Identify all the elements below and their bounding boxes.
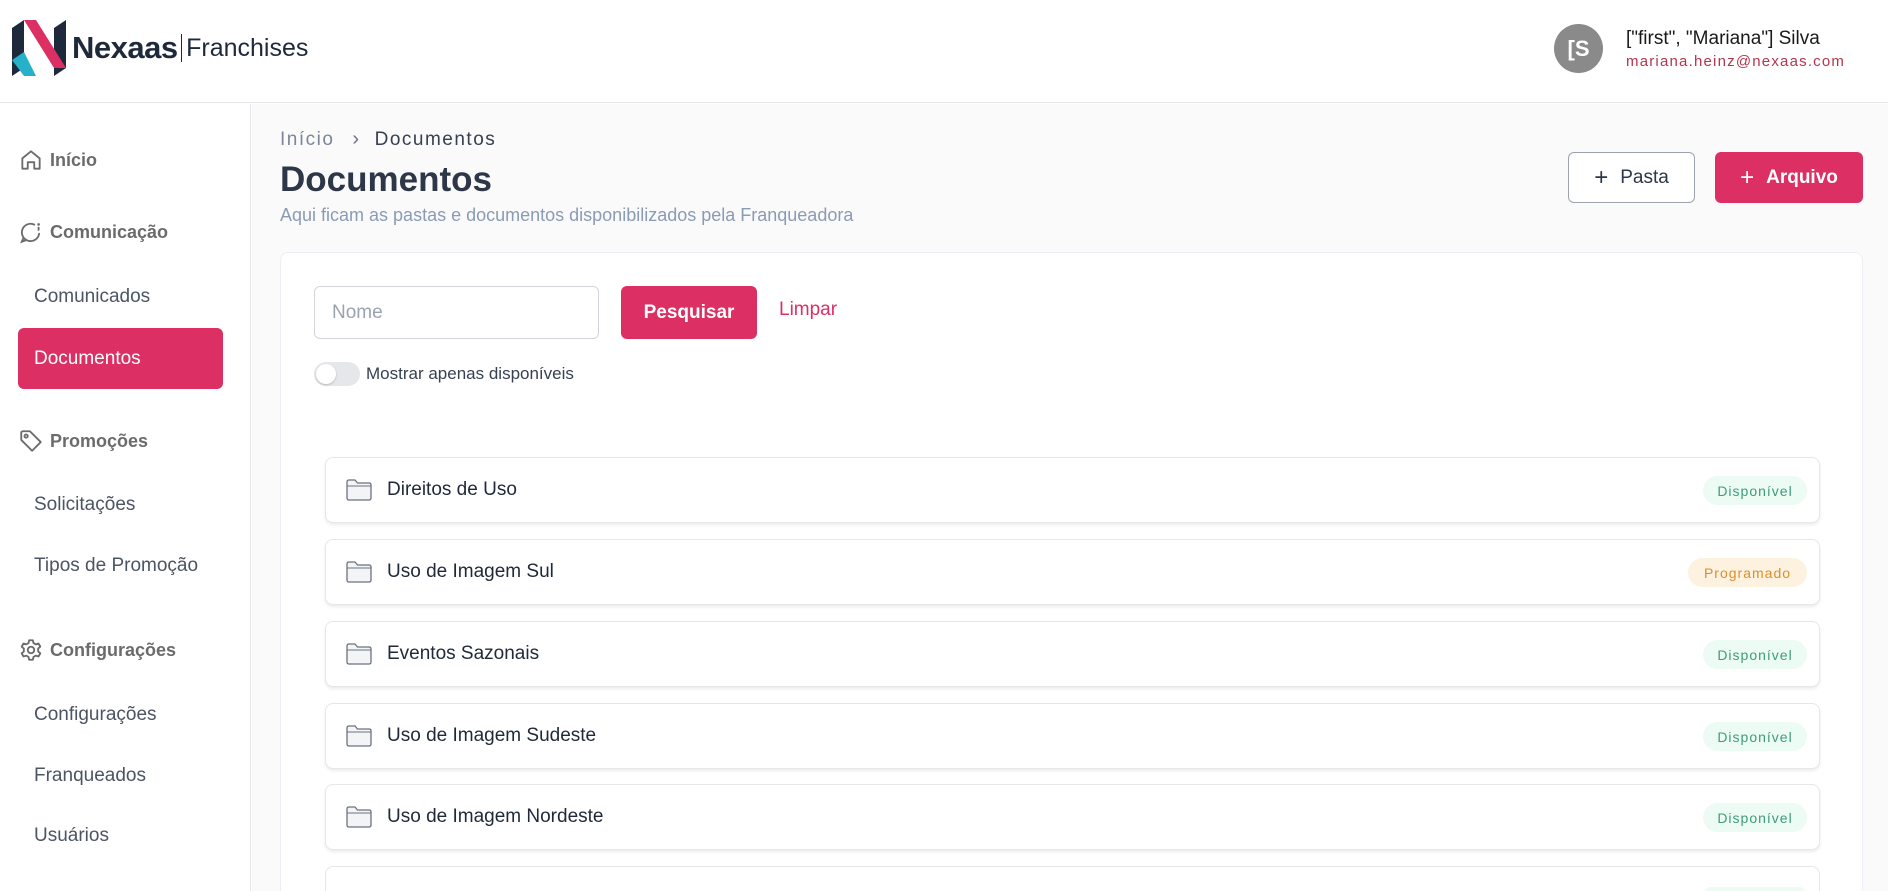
sidebar-item-comunicados[interactable]: Comunicados <box>34 286 150 308</box>
folder-name: Uso de Imagem Sudeste <box>387 725 597 746</box>
sidebar-item-label: Início <box>50 149 98 170</box>
folder-name: Uso de Imagem Nordeste <box>387 806 604 827</box>
folder-row[interactable]: Direitos de Uso Disponível <box>325 457 1820 523</box>
folder-icon <box>346 561 372 583</box>
folder-name: Uso de Imagem Sul <box>387 561 554 582</box>
logo-subtitle: Franchises <box>186 33 309 62</box>
sidebar-section-promocoes[interactable]: Promoções <box>18 428 148 454</box>
folder-name: Direitos de Uso <box>387 479 517 500</box>
chevron-right-icon: › <box>352 128 361 150</box>
sidebar-item-solicitacoes[interactable]: Solicitações <box>34 494 135 516</box>
logo-divider <box>180 34 183 62</box>
folder-name: Eventos Sazonais <box>387 643 540 664</box>
breadcrumb-home-link[interactable]: Início <box>280 129 334 151</box>
chat-icon <box>20 222 41 244</box>
sidebar-item-franqueados[interactable]: Franqueados <box>34 765 146 787</box>
folder-icon <box>346 643 372 665</box>
logo-name: Nexaas <box>72 30 178 65</box>
gear-icon <box>20 639 42 661</box>
status-badge: Disponível <box>1703 722 1807 751</box>
new-folder-button[interactable]: + Pasta <box>1568 152 1695 203</box>
new-file-button[interactable]: + Arquivo <box>1715 152 1863 203</box>
user-email: mariana.heinz@nexaas.com <box>1626 52 1846 70</box>
main-content: Início › Documentos Documentos Aqui fica… <box>252 104 1888 891</box>
sidebar-section-label: Configurações <box>50 639 177 660</box>
tag-icon <box>20 430 42 452</box>
sidebar-section-label: Promoções <box>50 430 149 451</box>
sidebar-item-tipos-promocao[interactable]: Tipos de Promoção <box>34 555 198 577</box>
user-menu[interactable]: [S ["first", "Mariana"] Silva mariana.he… <box>1554 24 1845 73</box>
user-info: ["first", "Mariana"] Silva mariana.heinz… <box>1626 27 1845 71</box>
toggle-knob <box>316 364 336 384</box>
name-search-input[interactable] <box>314 286 599 339</box>
sidebar-item-configuracoes[interactable]: Configurações <box>34 704 157 726</box>
sidebar-section-label: Comunicação <box>50 221 169 242</box>
folder-row-partial[interactable] <box>325 866 1820 891</box>
folder-row[interactable]: Eventos Sazonais Disponível <box>325 621 1820 687</box>
plus-icon: + <box>1740 163 1755 191</box>
sidebar: Início Comunicação Comunicados Documento… <box>0 104 251 891</box>
folder-row[interactable]: Uso de Imagem Sul Programado <box>325 539 1820 605</box>
available-only-label: Mostrar apenas disponíveis <box>366 364 574 383</box>
breadcrumb-current: Documentos <box>374 128 497 150</box>
home-icon <box>21 150 41 170</box>
folder-icon <box>346 806 372 828</box>
status-badge: Disponível <box>1703 803 1807 832</box>
folder-row[interactable]: Uso de Imagem Sudeste Disponível <box>325 703 1820 769</box>
avatar[interactable]: [S <box>1554 24 1603 73</box>
sidebar-section-comunicacao[interactable]: Comunicação <box>18 219 168 245</box>
status-badge: Disponível <box>1703 640 1807 669</box>
top-header: Nexaas Franchises [S ["first", "Mariana"… <box>0 0 1888 103</box>
clear-button[interactable]: Limpar <box>779 299 837 321</box>
status-badge-partial <box>1703 887 1807 891</box>
folder-icon <box>346 479 372 501</box>
sidebar-section-configuracoes[interactable]: Configurações <box>18 637 176 663</box>
available-only-toggle[interactable] <box>314 362 360 386</box>
app-logo[interactable]: Nexaas Franchises <box>12 20 308 76</box>
folder-row[interactable]: Uso de Imagem Nordeste Disponível <box>325 784 1820 850</box>
search-button[interactable]: Pesquisar <box>621 286 757 339</box>
user-name: ["first", "Mariana"] Silva <box>1626 27 1820 49</box>
breadcrumb: Início › Documentos <box>280 128 496 151</box>
folder-icon <box>346 725 372 747</box>
sidebar-item-usuarios[interactable]: Usuários <box>34 825 109 847</box>
status-badge: Programado <box>1688 558 1807 587</box>
new-file-label: Arquivo <box>1766 166 1838 188</box>
documents-card: Pesquisar Limpar Mostrar apenas disponív… <box>280 252 1863 891</box>
new-folder-label: Pasta <box>1620 166 1669 188</box>
page-title: Documentos <box>280 160 492 199</box>
sidebar-item-inicio[interactable]: Início <box>18 147 97 173</box>
nexaas-logo-mark <box>12 20 66 76</box>
plus-icon: + <box>1594 163 1609 191</box>
page-subtitle: Aqui ficam as pastas e documentos dispon… <box>280 205 854 225</box>
sidebar-item-documentos[interactable]: Documentos <box>18 328 223 389</box>
status-badge: Disponível <box>1703 476 1807 505</box>
